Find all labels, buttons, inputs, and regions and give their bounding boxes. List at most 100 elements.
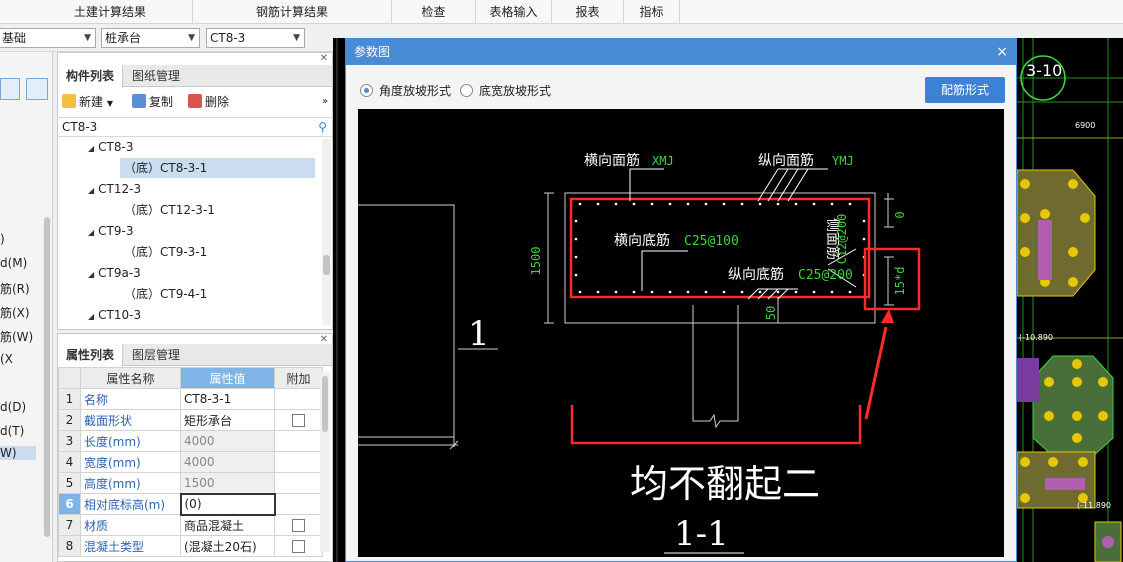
elevation-label: (-10.890 [1019,333,1053,342]
menu-table-input[interactable]: 表格输入 [476,0,552,24]
grid-axis-label: 3-10 [1026,61,1062,80]
property-value-editor[interactable]: (0) [179,492,276,516]
tree-item[interactable]: （底）CT9-4-1 [124,284,207,304]
table-row[interactable]: 1 名称 CT8-3-1 [58,388,323,410]
property-scrollbar[interactable] [320,372,330,552]
table-row[interactable]: 4 宽度(mm) 4000 [58,451,323,473]
tree-item[interactable]: （底）CT9-3-1 [124,242,207,262]
tab-drawing-management[interactable]: 图纸管理 [124,65,188,87]
dimension-label: 6900 [1075,121,1095,130]
close-icon[interactable]: × [996,39,1008,65]
property-value[interactable]: (混凝土20石) [180,535,275,557]
property-value[interactable]: 4000 [180,430,275,452]
tree-item[interactable]: ◢ CT10-3 [88,305,141,325]
tree-item[interactable]: ◢ CT8-3 [88,137,133,157]
arrow-icon [881,309,894,323]
more-icon[interactable]: » [322,93,328,111]
table-row[interactable]: 7 材质 商品混凝土 [58,514,323,536]
menu-bar: 土建计算结果 钢筋计算结果 检查 表格输入 报表 指标 [0,0,1123,24]
rebar-form-button[interactable]: 配筋形式 [925,77,1005,103]
nav-item[interactable]: 筋(W) [0,328,33,345]
table-row[interactable]: 3 长度(mm) 4000 [58,430,323,452]
left-nav-strip: ) d(M) 筋(R) 筋(X) 筋(W) (X d(D) d(T) W) [0,52,53,562]
menu-indicator[interactable]: 指标 [624,0,680,24]
attach-checkbox[interactable] [292,540,305,553]
attach-checkbox[interactable] [292,414,305,427]
component-select[interactable]: CT8-3 ▼ [206,28,305,48]
tab-property-list[interactable]: 属性列表 [58,344,124,367]
new-icon [62,94,76,108]
menu-check[interactable]: 检查 [392,0,476,24]
nav-item[interactable]: d(M) [0,256,27,270]
code-side-rebar: C12@200 [835,214,849,265]
tree-item[interactable]: （底）CT12-3-1 [124,200,215,220]
search-icon[interactable]: ⚲ [318,118,327,137]
property-value[interactable]: 矩形承台 [180,409,275,431]
nav-item[interactable]: 筋(R) [0,280,30,297]
type-select[interactable]: 桩承台 ▼ [101,28,200,48]
radio-angle-slope[interactable]: 角度放坡形式 [360,83,451,99]
attach-checkbox[interactable] [292,519,305,532]
table-header: 属性名称 属性值 附加 [58,367,323,389]
nav-item-selected[interactable]: W) [0,446,36,460]
radio-bottom-width-slope[interactable]: 底宽放坡形式 [460,83,551,99]
list-view-icon[interactable] [0,78,20,100]
nav-scrollbar[interactable] [43,217,51,537]
property-table: 属性名称 属性值 附加 1 名称 CT8-3-1 2 截面形状 矩形承台 3 长… [58,367,323,557]
component-toolbar: 新建 ▼ 复制 删除 » [58,89,332,115]
tree-item[interactable]: ◢ CT9-3 [88,221,133,241]
property-value[interactable]: 4000 [180,451,275,473]
property-value[interactable]: 1500 [180,472,275,494]
label-longitudinal-top-rebar: 纵向面筋 [758,152,814,169]
menu-report[interactable]: 报表 [552,0,624,24]
menu-rebar-results[interactable]: 钢筋计算结果 [193,0,392,24]
nav-item[interactable]: d(D) [0,400,26,414]
delete-icon [188,94,202,108]
code-transverse-top-rebar: XMJ [652,154,674,168]
nav-item[interactable]: ) [0,232,5,246]
copy-icon [132,94,146,108]
new-button[interactable]: 新建 ▼ [62,93,113,111]
tree-item[interactable]: ◢ CT12-3 [88,179,141,199]
chevron-down-icon: ▼ [188,33,195,43]
component-search-input[interactable]: CT8-3 ⚲ [58,117,332,137]
card-view-icon[interactable] [26,78,48,100]
height-dimension: 1500 [529,247,543,276]
tab-layer-management[interactable]: 图层管理 [124,344,188,366]
label-transverse-top-rebar: 横向面筋 [584,152,640,169]
pile-cap-section-svg: 1 1500 0 15*d 50 横向面筋 XMJ 纵向面筋 YMJ 横向底筋 … [358,152,921,554]
component-list-panel: ✕ 构件列表 图纸管理 新建 ▼ 复制 删除 » CT8-3 ⚲ ◢ CT8-3 … [57,52,333,330]
component-value: CT8-3 [210,31,246,45]
elevation-label: (-11.890 [1077,501,1111,510]
nav-item[interactable]: (X [0,352,13,366]
copy-button[interactable]: 复制 [132,93,173,111]
note-text: 均不翻起二 [630,462,820,506]
table-row-selected[interactable]: 6 相对底标高(m) (0) [58,492,323,516]
type-value: 桩承台 [105,31,142,45]
category-select[interactable]: 基础 ▼ [0,28,96,48]
bend-dimension: 15*d [893,267,907,296]
table-row[interactable]: 8 混凝土类型 (混凝土20石) [58,535,323,557]
nav-item[interactable]: d(T) [0,424,24,438]
code-longitudinal-top-rebar: YMJ [832,154,854,168]
property-value[interactable]: 商品混凝土 [180,514,275,536]
code-longitudinal-bottom-rebar: C25@200 [798,268,853,283]
cover-dimension: 50 [764,306,778,320]
radio-icon [460,84,473,97]
delete-button[interactable]: 删除 [188,93,229,111]
column-header: 属性值 [180,367,275,389]
chevron-down-icon: ▼ [84,33,91,43]
table-row[interactable]: 2 截面形状 矩形承台 [58,409,323,431]
chevron-down-icon: ▼ [293,33,300,43]
close-icon[interactable]: ✕ [320,53,328,64]
tree-scrollbar[interactable] [322,139,331,325]
tree-item-selected[interactable]: （底）CT8-3-1 [120,158,315,178]
menu-civil-results[interactable]: 土建计算结果 [28,0,193,24]
highlight-box [863,247,921,311]
tree-item[interactable]: ◢ CT9a-3 [88,263,141,283]
tab-component-list[interactable]: 构件列表 [58,65,124,88]
nav-item[interactable]: 筋(X) [0,304,30,321]
property-value[interactable]: CT8-3-1 [180,388,275,410]
table-row[interactable]: 5 高度(mm) 1500 [58,472,323,494]
section-title: 1-1 [674,514,729,554]
